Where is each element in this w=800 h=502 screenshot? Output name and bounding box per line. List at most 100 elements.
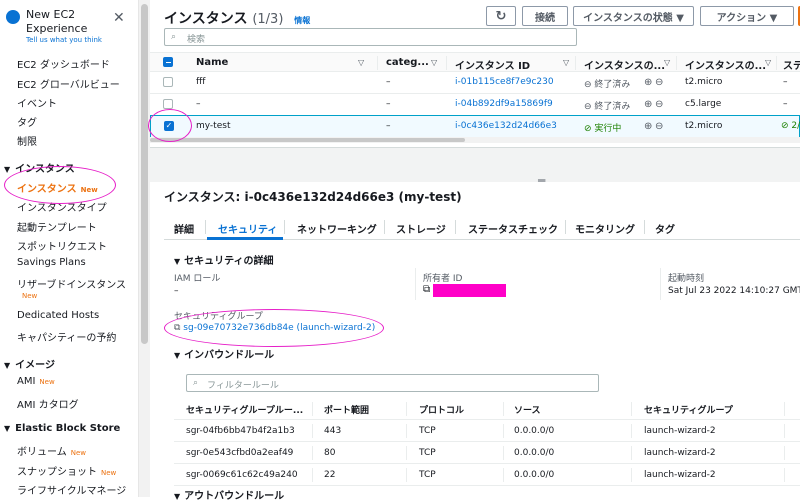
sidebar-item-instance-types[interactable]: インスタンスタイプ bbox=[17, 199, 107, 214]
instance-id-link[interactable]: i-0c436e132d24d66e3 bbox=[455, 121, 557, 131]
outbound-rules-header[interactable]: ▼ アウトバウンドルール bbox=[174, 487, 284, 502]
sidebar-item-ami-catalog[interactable]: AMI カタログ bbox=[17, 396, 79, 411]
column-separator[interactable] bbox=[575, 56, 576, 70]
instance-id-link[interactable]: i-04b892df9a15869f9 bbox=[455, 99, 553, 109]
sidebar-item-snapshots[interactable]: スナップショット New bbox=[17, 463, 116, 478]
column-header-port-range[interactable]: ポート範囲 bbox=[324, 403, 369, 416]
sidebar-item-launch-templates[interactable]: 起動テンプレート bbox=[17, 219, 97, 234]
actions-button[interactable]: アクション ▼ bbox=[700, 6, 794, 26]
column-header-category[interactable]: categ... bbox=[386, 57, 429, 68]
scrollbar-thumb[interactable] bbox=[150, 138, 465, 142]
search-input[interactable]: ⌕ 検索 bbox=[164, 28, 577, 46]
column-header-state[interactable]: インスタンスの... bbox=[584, 57, 665, 72]
column-separator[interactable] bbox=[776, 56, 777, 70]
column-separator[interactable] bbox=[312, 402, 313, 416]
cell-state: ⊖ 終了済み bbox=[584, 99, 630, 112]
split-pane-divider[interactable]: ═ bbox=[150, 147, 800, 188]
column-header-type[interactable]: インスタンスの... bbox=[685, 57, 766, 72]
zoom-in-icon[interactable]: ⊕ bbox=[644, 77, 652, 88]
sidebar-item-savings-plans[interactable]: Savings Plans bbox=[17, 257, 86, 268]
row-checkbox[interactable] bbox=[163, 77, 173, 87]
column-separator[interactable] bbox=[503, 402, 504, 416]
refresh-button[interactable]: ↻ bbox=[486, 6, 516, 26]
zoom-in-icon[interactable]: ⊕ bbox=[644, 99, 652, 110]
tab-monitoring[interactable]: モニタリング bbox=[575, 221, 635, 236]
column-separator[interactable] bbox=[406, 402, 407, 416]
instance-id-link[interactable]: i-01b115ce8f7e9c230 bbox=[455, 77, 554, 87]
table-row[interactable]: sgr-04fb6bb47b4f2a1b3 443 TCP 0.0.0.0/0 … bbox=[174, 420, 800, 442]
tab-networking[interactable]: ネットワーキング bbox=[297, 221, 377, 236]
running-icon: ⊘ bbox=[584, 124, 595, 134]
sidebar-section-images[interactable]: ▼ イメージ bbox=[4, 356, 55, 371]
filter-rules-input[interactable]: ⌕ フィルタールール bbox=[186, 374, 599, 392]
sidebar-item-volumes[interactable]: ボリューム New bbox=[17, 443, 86, 458]
table-row-selected[interactable]: ✓ my-test – i-0c436e132d24d66e3 ⊘ 実行中 ⊕ … bbox=[150, 115, 800, 138]
inbound-rules-header[interactable]: ▼ インバウンドルール bbox=[174, 346, 274, 361]
sidebar-item-reserved-instances[interactable]: リザーブドインスタンス bbox=[17, 276, 126, 291]
zoom-out-icon[interactable]: ⊖ bbox=[655, 77, 663, 88]
sort-icon[interactable]: ▽ bbox=[358, 58, 364, 67]
column-separator[interactable] bbox=[676, 56, 677, 70]
row-checkbox-checked[interactable]: ✓ bbox=[164, 121, 174, 131]
sort-icon[interactable]: ▽ bbox=[765, 58, 771, 67]
row-checkbox[interactable] bbox=[163, 99, 173, 109]
sidebar-item-capacity-reservations[interactable]: キャパシティーの予約 bbox=[17, 329, 116, 344]
tab-status-checks[interactable]: ステータスチェック bbox=[468, 221, 558, 236]
sidebar-item-dedicated-hosts[interactable]: Dedicated Hosts bbox=[17, 310, 99, 321]
security-details-header[interactable]: ▼ セキュリティの詳細 bbox=[174, 252, 274, 267]
copy-icon[interactable]: ⧉ bbox=[423, 284, 430, 295]
filter-placeholder: フィルタールール bbox=[207, 381, 279, 391]
sidebar-item-tags[interactable]: タグ bbox=[17, 114, 37, 129]
column-header-rule-id[interactable]: セキュリティグループルー... bbox=[186, 403, 303, 416]
table-row[interactable]: fff – i-01b115ce8f7e9c230 ⊖ 終了済み ⊕ ⊖ t2.… bbox=[150, 72, 800, 94]
sidebar-item-events[interactable]: イベント bbox=[17, 95, 57, 110]
sidebar-item-global-view[interactable]: EC2 グローバルビュー bbox=[17, 76, 120, 91]
status-text: 2/ bbox=[791, 121, 800, 131]
tab-separator bbox=[644, 220, 645, 234]
tab-details[interactable]: 詳細 bbox=[174, 221, 194, 236]
tab-tags[interactable]: タグ bbox=[655, 221, 675, 236]
sort-icon[interactable]: ▽ bbox=[664, 58, 670, 67]
column-header-name[interactable]: Name bbox=[196, 57, 228, 68]
instance-state-button[interactable]: インスタンスの状態 ▼ bbox=[573, 6, 694, 26]
sidebar-item-instances[interactable]: インスタンス New bbox=[17, 180, 98, 195]
column-separator[interactable] bbox=[784, 402, 785, 416]
column-separator[interactable] bbox=[446, 56, 447, 70]
sort-icon[interactable]: ▽ bbox=[431, 58, 437, 67]
column-separator[interactable] bbox=[631, 402, 632, 416]
tab-security[interactable]: セキュリティ bbox=[218, 221, 277, 236]
sidebar-section-instances[interactable]: ▼ インスタンス bbox=[4, 160, 75, 175]
sidebar-item-lifecycle-manager[interactable]: ライフサイクルマネージ bbox=[17, 482, 126, 497]
sidebar-item-ami[interactable]: AMI New bbox=[17, 376, 55, 387]
table-horizontal-scrollbar[interactable] bbox=[150, 137, 800, 143]
column-separator[interactable] bbox=[377, 56, 378, 70]
sidebar-item-limits[interactable]: 制限 bbox=[17, 133, 37, 148]
info-link[interactable]: 情報 bbox=[294, 16, 310, 25]
table-row[interactable]: – – i-04b892df9a15869f9 ⊖ 終了済み ⊕ ⊖ c5.la… bbox=[150, 94, 800, 116]
scrollbar-thumb[interactable] bbox=[141, 4, 148, 344]
select-all-checkbox[interactable] bbox=[163, 57, 173, 67]
table-row[interactable]: sgr-0069c61c62c49a240 22 TCP 0.0.0.0/0 l… bbox=[174, 464, 800, 486]
sort-icon[interactable]: ▽ bbox=[563, 58, 569, 67]
sidebar-scrollbar[interactable] bbox=[138, 0, 150, 497]
column-header-security-group[interactable]: セキュリティグループ bbox=[644, 403, 733, 416]
close-icon[interactable]: ✕ bbox=[113, 10, 125, 26]
connect-button[interactable]: 接続 bbox=[522, 6, 568, 26]
column-header-protocol[interactable]: プロトコル bbox=[419, 403, 464, 416]
cell-rule-id: sgr-0e543cfbd0a2eaf49 bbox=[186, 448, 294, 458]
column-header-source[interactable]: ソース bbox=[514, 403, 541, 416]
sidebar-item-label: ボリューム bbox=[17, 447, 67, 458]
sidebar-section-ebs[interactable]: ▼ Elastic Block Store bbox=[4, 423, 120, 434]
zoom-out-icon[interactable]: ⊖ bbox=[655, 99, 663, 110]
sidebar-item-spot-requests[interactable]: スポットリクエスト bbox=[17, 238, 107, 253]
security-group-link[interactable]: ⧉ sg-09e70732e736db84e (launch-wizard-2) bbox=[174, 323, 375, 333]
sidebar-item-ec2-dashboard[interactable]: EC2 ダッシュボード bbox=[17, 56, 110, 71]
column-header-instance-id[interactable]: インスタンス ID bbox=[455, 57, 530, 72]
feedback-link[interactable]: Tell us what you think bbox=[26, 36, 102, 44]
zoom-out-icon[interactable]: ⊖ bbox=[655, 121, 663, 132]
copy-icon[interactable]: ⧉ bbox=[174, 323, 183, 333]
table-row[interactable]: sgr-0e543cfbd0a2eaf49 80 TCP 0.0.0.0/0 l… bbox=[174, 442, 800, 464]
tab-storage[interactable]: ストレージ bbox=[396, 221, 446, 236]
column-header-status[interactable]: ステ bbox=[783, 57, 800, 72]
zoom-in-icon[interactable]: ⊕ bbox=[644, 121, 652, 132]
